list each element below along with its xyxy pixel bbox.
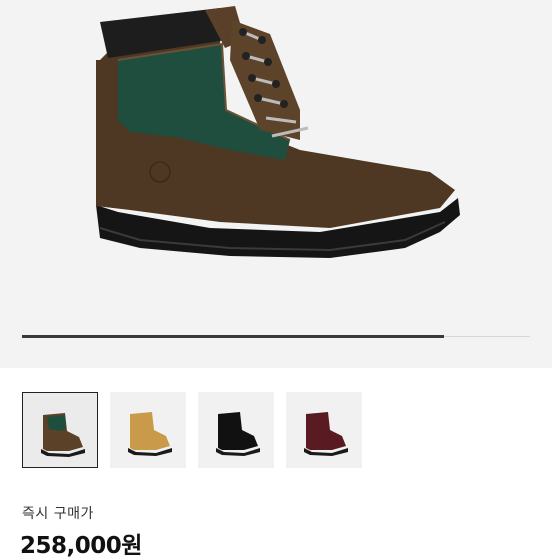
boot-thumbnail-icon (216, 412, 260, 456)
thumbnail-black-boot[interactable] (198, 392, 274, 468)
thumbnail-burgundy-boot[interactable] (286, 392, 362, 468)
product-hero (0, 0, 552, 368)
instant-buy-price: 258,000원 (20, 533, 142, 559)
boot-image (96, 6, 460, 258)
thumbnail-green-brown-boot[interactable] (22, 392, 98, 468)
instant-buy-label: 즉시 구매가 (22, 506, 94, 522)
boot-thumbnail-icon (304, 412, 348, 456)
gallery-progress-fill (22, 335, 444, 338)
boot-thumbnail-icon (41, 413, 85, 457)
gallery-progress-bar (22, 335, 530, 338)
thumbnail-wheat-boot[interactable] (110, 392, 186, 468)
boot-thumbnail-icon (128, 412, 172, 456)
